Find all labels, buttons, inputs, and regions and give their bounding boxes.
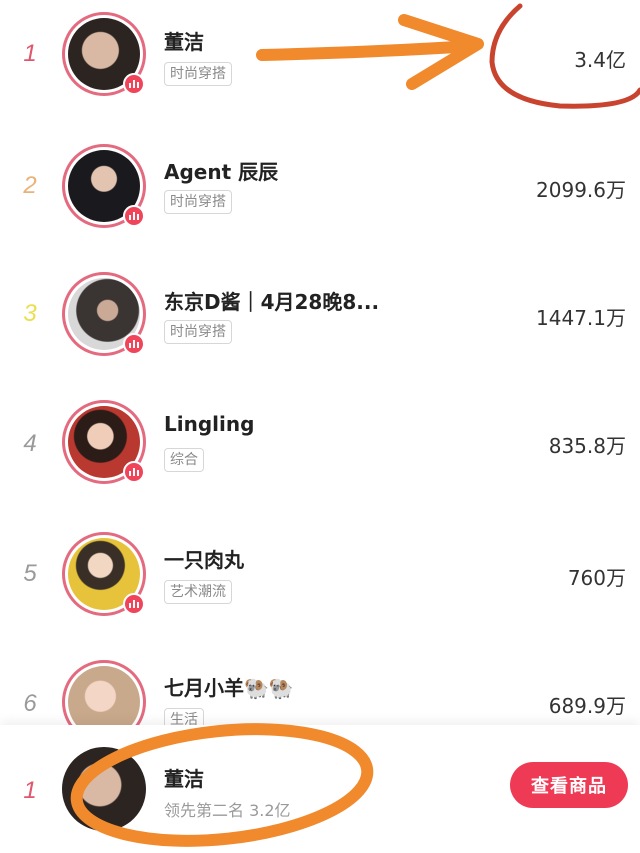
- avatar[interactable]: [62, 144, 146, 228]
- rank-number: 3: [23, 300, 37, 327]
- rank-number: 6: [23, 690, 37, 717]
- live-badge-icon: [123, 461, 145, 483]
- sales-value: 689.9万: [548, 694, 626, 718]
- category-tag: 时尚穿搭: [164, 62, 232, 86]
- category-tag: 艺术潮流: [164, 580, 232, 604]
- live-badge-icon: [123, 593, 145, 615]
- ranking-row-2[interactable]: 2 Agent 辰辰 时尚穿搭 2099.6万: [0, 130, 640, 260]
- streamer-name: 董洁: [164, 30, 204, 54]
- ranking-row-5[interactable]: 5 一只肉丸 艺术潮流 760万: [0, 520, 640, 650]
- category-tag: 时尚穿搭: [164, 190, 232, 214]
- rank-number: 2: [23, 172, 37, 199]
- rank-number: 1: [23, 40, 37, 67]
- ranking-list: 1 董洁 时尚穿搭 3.4亿 2 Agent 辰辰 时尚穿搭 2099.6万 3…: [0, 0, 640, 744]
- avatar[interactable]: [62, 400, 146, 484]
- live-badge-icon: [123, 333, 145, 355]
- ranking-row-4[interactable]: 4 Lingling 综合 835.8万: [0, 390, 640, 520]
- streamer-name: 一只肉丸: [164, 548, 244, 572]
- rank-number: 4: [23, 430, 37, 457]
- sales-value: 1447.1万: [536, 306, 626, 330]
- live-badge-icon: [123, 73, 145, 95]
- live-badge-icon: [123, 205, 145, 227]
- category-tag: 综合: [164, 448, 204, 472]
- sales-value: 835.8万: [548, 434, 626, 458]
- streamer-name: 东京D酱｜4月28晚8...: [164, 290, 380, 314]
- my-ranking-bar[interactable]: 1 董洁 领先第二名 3.2亿 查看商品: [0, 725, 640, 853]
- sales-value: 2099.6万: [536, 178, 626, 202]
- lead-subtitle: 领先第二名 3.2亿: [164, 801, 291, 820]
- rank-number: 5: [23, 560, 37, 587]
- ranking-row-3[interactable]: 3 东京D酱｜4月28晚8... 时尚穿搭 1447.1万: [0, 260, 640, 390]
- ranking-row-1[interactable]: 1 董洁 时尚穿搭 3.4亿: [0, 0, 640, 130]
- streamer-name: Lingling: [164, 412, 255, 436]
- avatar[interactable]: [62, 747, 146, 831]
- streamer-name: Agent 辰辰: [164, 160, 279, 184]
- view-products-button[interactable]: 查看商品: [510, 762, 628, 808]
- rank-number: 1: [23, 777, 37, 804]
- streamer-name: 董洁: [164, 767, 204, 791]
- streamer-name: 七月小羊🐏🐏: [164, 676, 294, 700]
- avatar[interactable]: [62, 272, 146, 356]
- sales-value: 3.4亿: [574, 48, 626, 72]
- category-tag: 时尚穿搭: [164, 320, 232, 344]
- avatar[interactable]: [62, 12, 146, 96]
- avatar[interactable]: [62, 532, 146, 616]
- sales-value: 760万: [567, 566, 626, 590]
